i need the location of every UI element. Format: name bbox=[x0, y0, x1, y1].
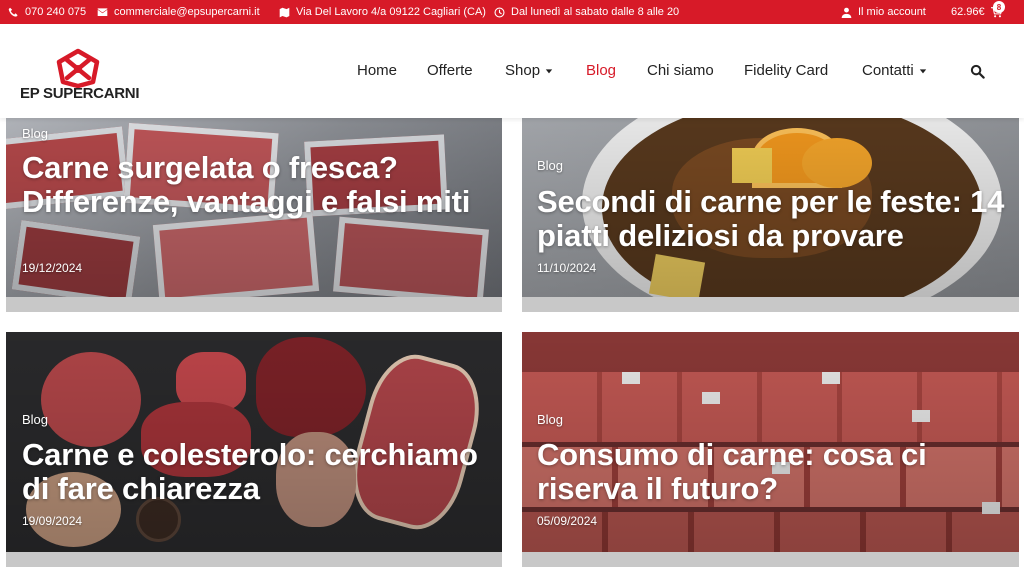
account-text: Il mio account bbox=[858, 6, 926, 18]
nav-contatti-label: Contatti bbox=[862, 62, 914, 79]
post-card[interactable]: Blog Secondi di carne per le feste: 14 p… bbox=[522, 118, 1019, 312]
post-card[interactable]: Blog Carne e colesterolo: cerchiamo di f… bbox=[6, 332, 502, 567]
top-bar: 070 240 075 commerciale@epsupercarni.it … bbox=[0, 0, 1024, 24]
post-title[interactable]: Consumo di carne: cosa ci riserva il fut… bbox=[537, 438, 1007, 506]
user-icon bbox=[841, 7, 852, 18]
chevron-down-icon bbox=[545, 68, 553, 73]
cart-total: 62.96€ bbox=[951, 6, 985, 18]
post-category[interactable]: Blog bbox=[537, 158, 563, 173]
nav-chi-siamo-label: Chi siamo bbox=[647, 62, 714, 79]
clock-icon bbox=[494, 6, 505, 18]
nav-fidelity-card[interactable]: Fidelity Card bbox=[744, 62, 828, 79]
chevron-down-icon bbox=[919, 68, 926, 73]
nav-offerte[interactable]: Offerte bbox=[427, 62, 473, 79]
post-title[interactable]: Secondi di carne per le feste: 14 piatti… bbox=[537, 185, 1017, 253]
post-category[interactable]: Blog bbox=[22, 126, 48, 141]
hours-text: Dal lunedì al sabato dalle 8 alle 20 bbox=[511, 6, 680, 18]
address-contact[interactable]: Via Del Lavoro 4/a 09122 Cagliari (CA) bbox=[279, 0, 486, 24]
card-footer-strip bbox=[522, 552, 1019, 567]
post-category[interactable]: Blog bbox=[22, 412, 48, 427]
nav-blog[interactable]: Blog bbox=[586, 62, 616, 79]
post-title[interactable]: Carne surgelata o fresca? Differenze, va… bbox=[22, 151, 492, 219]
post-card[interactable]: Blog Carne surgelata o fresca? Differenz… bbox=[6, 118, 502, 312]
phone-contact[interactable]: 070 240 075 bbox=[8, 0, 86, 24]
nav-contatti[interactable]: Contatti bbox=[862, 62, 927, 79]
nav-chi-siamo[interactable]: Chi siamo bbox=[647, 62, 714, 79]
nav-offerte-label: Offerte bbox=[427, 62, 473, 79]
nav-shop[interactable]: Shop bbox=[505, 62, 553, 79]
cart-count-badge: 8 bbox=[993, 1, 1005, 13]
opening-hours: Dal lunedì al sabato dalle 8 alle 20 bbox=[494, 0, 679, 24]
brand-logo-icon[interactable] bbox=[55, 48, 101, 88]
post-card[interactable]: Blog Consumo di carne: cosa ci riserva i… bbox=[522, 332, 1019, 567]
envelope-icon bbox=[97, 7, 108, 16]
post-date: 19/09/2024 bbox=[22, 514, 83, 528]
nav-home[interactable]: Home bbox=[357, 62, 397, 79]
card-footer-strip bbox=[522, 297, 1019, 312]
nav-fidelity-card-label: Fidelity Card bbox=[744, 62, 829, 79]
brand-name[interactable]: EP SUPERCARNI bbox=[20, 85, 139, 102]
email-text: commerciale@epsupercarni.it bbox=[114, 6, 260, 18]
nav-blog-label: Blog bbox=[586, 62, 617, 79]
nav-shop-label: Shop bbox=[505, 62, 541, 79]
post-date: 11/10/2024 bbox=[537, 261, 597, 275]
search-icon[interactable] bbox=[970, 64, 985, 79]
phone-text: 070 240 075 bbox=[25, 6, 87, 18]
email-contact[interactable]: commerciale@epsupercarni.it bbox=[97, 0, 260, 24]
address-text: Via Del Lavoro 4/a 09122 Cagliari (CA) bbox=[296, 6, 486, 18]
post-title[interactable]: Carne e colesterolo: cerchiamo di fare c… bbox=[22, 438, 492, 506]
account-link[interactable]: Il mio account bbox=[841, 0, 926, 24]
site-header: EP SUPERCARNI Home Offerte Shop Blog Chi… bbox=[0, 24, 1024, 118]
card-footer-strip bbox=[6, 297, 502, 312]
post-category[interactable]: Blog bbox=[537, 412, 563, 427]
post-date: 19/12/2024 bbox=[22, 261, 83, 275]
post-date: 05/09/2024 bbox=[537, 514, 598, 528]
card-footer-strip bbox=[6, 552, 502, 567]
nav-home-label: Home bbox=[357, 62, 398, 79]
phone-icon bbox=[8, 7, 18, 17]
map-icon bbox=[279, 7, 290, 17]
